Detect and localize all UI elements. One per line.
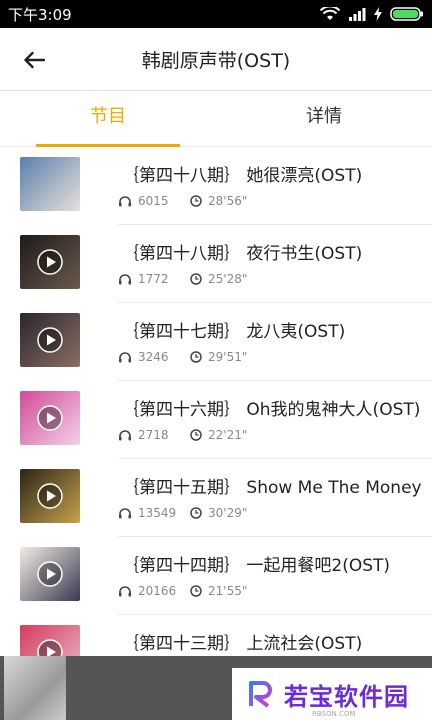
episode-thumbnail[interactable] bbox=[20, 235, 80, 289]
status-bar: 下午3:09 bbox=[0, 0, 432, 28]
charging-icon bbox=[374, 7, 382, 21]
duration-value: 30'29" bbox=[208, 506, 248, 520]
episode-meta: 3246 29'51" bbox=[118, 350, 247, 364]
play-count-value: 13549 bbox=[138, 506, 177, 520]
player-thumbnail[interactable] bbox=[4, 656, 66, 720]
episode-title: ｛第四十五期｝ Show Me The Money bbox=[122, 478, 422, 498]
headphones-icon bbox=[119, 274, 131, 285]
episode-meta: 1772 25'28" bbox=[118, 272, 247, 286]
play-count: 6015 bbox=[118, 194, 190, 208]
episode-meta: 6015 28'56" bbox=[118, 194, 247, 208]
wifi-icon bbox=[320, 7, 340, 20]
episode-title: ｛第四十八期｝ 夜行书生(OST) bbox=[122, 244, 363, 264]
status-time: 下午3:09 bbox=[8, 5, 72, 24]
episode-row[interactable]: ｛第四十六期｝ Oh我的鬼神大人(OST) 2718 22'21" bbox=[0, 381, 432, 459]
duration-value: 21'55" bbox=[208, 584, 248, 598]
title-bar: 韩剧原声带(OST) bbox=[0, 28, 432, 91]
headphones-icon bbox=[119, 430, 131, 441]
signal-icon bbox=[349, 8, 366, 21]
play-count: 13549 bbox=[118, 506, 190, 520]
play-count-value: 20166 bbox=[138, 584, 177, 598]
episode-list: ｛第四十八期｝ 她很漂亮(OST) 6015 28'56" ｛第四十八期｝ 夜行… bbox=[0, 147, 432, 693]
tab-programs[interactable]: 节目 bbox=[0, 92, 216, 147]
duration: 21'55" bbox=[190, 584, 247, 598]
status-icons bbox=[320, 7, 424, 21]
duration-value: 29'51" bbox=[208, 350, 248, 364]
episode-title: ｛第四十八期｝ 她很漂亮(OST) bbox=[122, 166, 363, 186]
play-icon[interactable] bbox=[37, 561, 63, 587]
episode-row[interactable]: ｛第四十七期｝ 龙八夷(OST) 3246 29'51" bbox=[0, 303, 432, 381]
play-count-value: 6015 bbox=[138, 194, 169, 208]
play-count: 1772 bbox=[118, 272, 190, 286]
watermark-subtext: RBSON.COM bbox=[312, 710, 356, 718]
episode-thumbnail[interactable] bbox=[20, 313, 80, 367]
episode-row[interactable]: ｛第四十八期｝ 夜行书生(OST) 1772 25'28" bbox=[0, 225, 432, 303]
play-icon[interactable] bbox=[37, 405, 63, 431]
tab-bar: 节目 详情 bbox=[0, 92, 432, 147]
page-title: 韩剧原声带(OST) bbox=[141, 50, 291, 72]
episode-title: ｛第四十四期｝ 一起用餐吧2(OST) bbox=[122, 556, 391, 576]
episode-row[interactable]: ｛第四十八期｝ 她很漂亮(OST) 6015 28'56" bbox=[0, 147, 432, 225]
play-icon[interactable] bbox=[37, 327, 63, 353]
clock-icon bbox=[190, 507, 202, 519]
headphones-icon bbox=[119, 196, 131, 207]
play-icon[interactable] bbox=[37, 483, 63, 509]
play-icon[interactable] bbox=[37, 249, 63, 275]
watermark-text: 若宝软件园 bbox=[284, 682, 409, 711]
episode-thumbnail[interactable] bbox=[20, 547, 80, 601]
watermark-r-icon bbox=[249, 681, 272, 708]
duration: 30'29" bbox=[190, 506, 247, 520]
clock-icon bbox=[190, 351, 202, 363]
duration-value: 25'28" bbox=[208, 272, 248, 286]
headphones-icon bbox=[119, 352, 131, 363]
episode-title: ｛第四十六期｝ Oh我的鬼神大人(OST) bbox=[122, 400, 421, 420]
clock-icon bbox=[190, 585, 202, 597]
episode-row[interactable]: ｛第四十五期｝ Show Me The Money 13549 30'29" bbox=[0, 459, 432, 537]
duration: 25'28" bbox=[190, 272, 247, 286]
episode-meta: 20166 21'55" bbox=[118, 584, 247, 598]
episode-thumbnail[interactable] bbox=[20, 391, 80, 445]
headphones-icon bbox=[119, 586, 131, 597]
watermark-logo: 若宝软件园 RBSON.COM bbox=[232, 668, 432, 720]
episode-meta: 13549 30'29" bbox=[118, 506, 247, 520]
play-count-value: 2718 bbox=[138, 428, 169, 442]
duration-value: 22'21" bbox=[208, 428, 248, 442]
episode-title: ｛第四十三期｝ 上流社会(OST) bbox=[122, 634, 363, 654]
play-count: 2718 bbox=[118, 428, 190, 442]
duration-value: 28'56" bbox=[208, 194, 248, 208]
duration: 22'21" bbox=[190, 428, 247, 442]
clock-icon bbox=[190, 429, 202, 441]
play-count: 3246 bbox=[118, 350, 190, 364]
episode-thumbnail[interactable] bbox=[20, 469, 80, 523]
play-count-value: 1772 bbox=[138, 272, 169, 286]
play-count-value: 3246 bbox=[138, 350, 169, 364]
episode-title: ｛第四十七期｝ 龙八夷(OST) bbox=[122, 322, 346, 342]
duration: 28'56" bbox=[190, 194, 247, 208]
episode-meta: 2718 22'21" bbox=[118, 428, 247, 442]
episode-thumbnail[interactable] bbox=[20, 157, 80, 211]
play-count: 20166 bbox=[118, 584, 190, 598]
clock-icon bbox=[190, 273, 202, 285]
episode-row[interactable]: ｛第四十四期｝ 一起用餐吧2(OST) 20166 21'55" bbox=[0, 537, 432, 615]
clock-icon bbox=[190, 195, 202, 207]
duration: 29'51" bbox=[190, 350, 247, 364]
headphones-icon bbox=[119, 508, 131, 519]
battery-icon bbox=[390, 7, 423, 21]
tab-details[interactable]: 详情 bbox=[216, 92, 432, 146]
